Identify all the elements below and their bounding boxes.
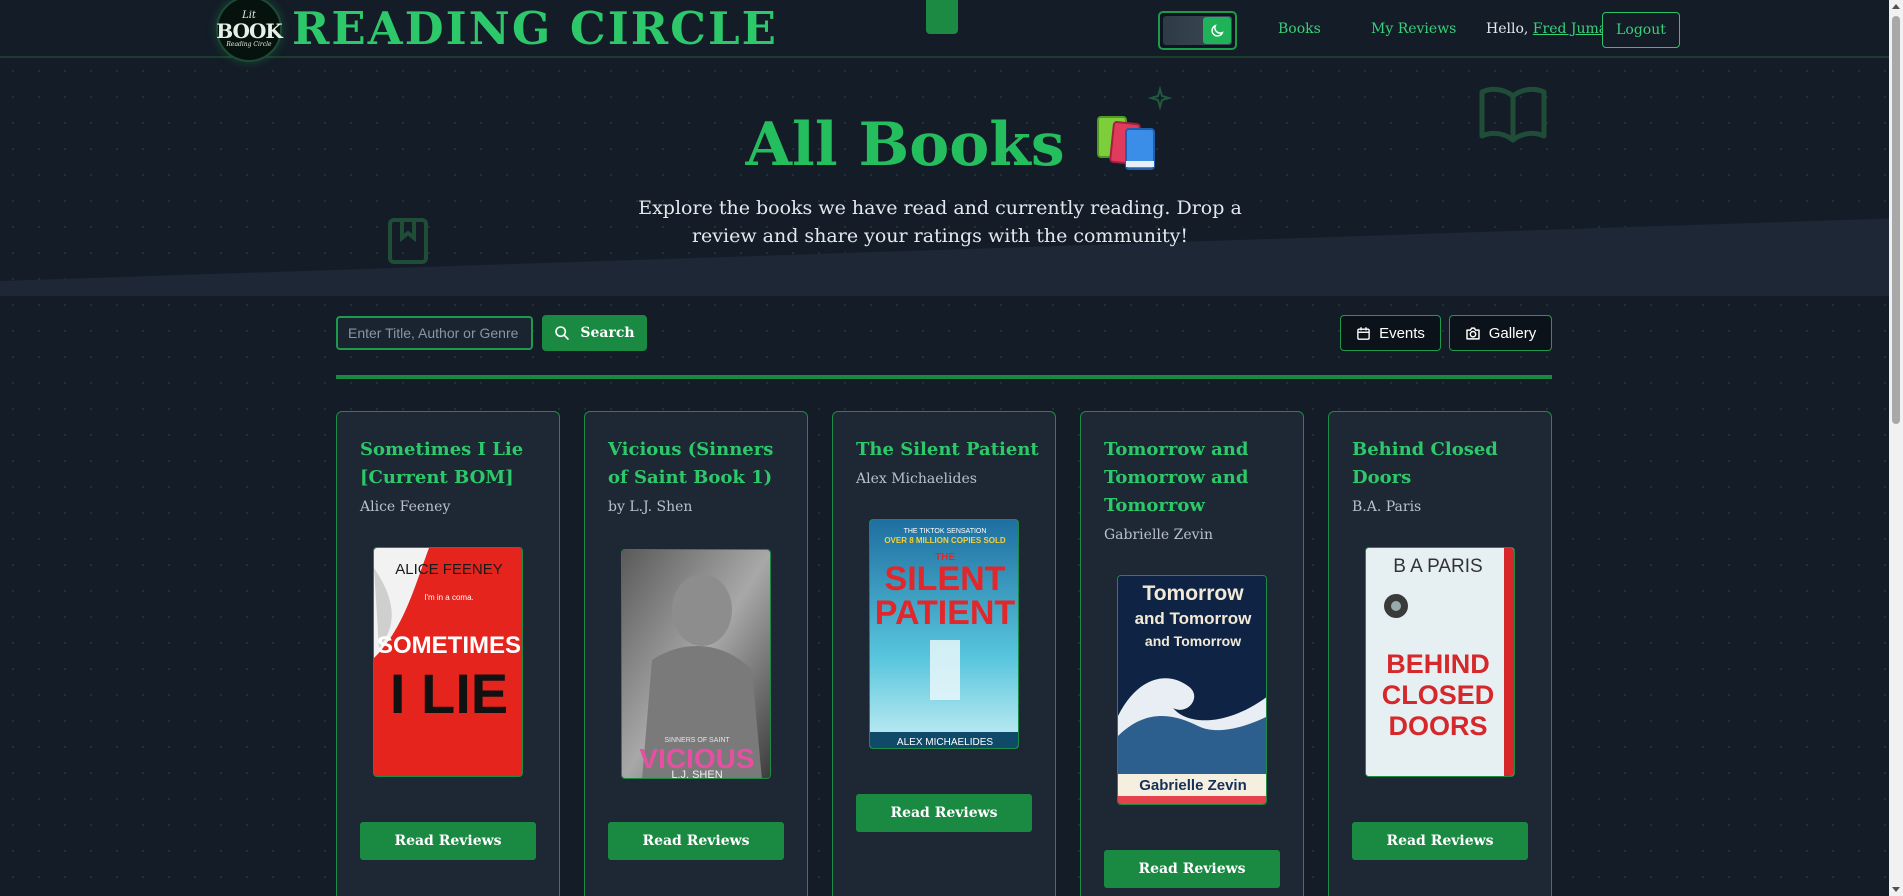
events-button[interactable]: Events [1340,315,1441,351]
book-card: The Silent Patient Alex Michaelides THE … [832,411,1056,896]
user-greeting: Hello, Fred Juma [1486,21,1607,37]
read-reviews-button[interactable]: Read Reviews [1104,850,1280,888]
search-button[interactable]: Search [542,315,647,351]
book-cover-image[interactable]: ALICE FEENEY I'm in a coma. SOMETIMES I … [373,547,523,777]
section-divider [336,375,1552,379]
bookmark-book-icon [388,218,428,264]
cover-author: L.J. SHEN [671,769,722,779]
books-emoji-icon [1096,115,1158,186]
book-title[interactable]: Sometimes I Lie [Current BOM] [360,436,545,492]
book-title[interactable]: Vicious (Sinners of Saint Book 1) [608,436,793,492]
book-cover-image[interactable]: SINNERS OF SAINT VICIOUS L.J. SHEN [621,549,771,779]
book-card: Sometimes I Lie [Current BOM] Alice Feen… [336,411,560,896]
book-title[interactable]: Tomorrow and Tomorrow and Tomorrow [1104,436,1289,520]
site-logo[interactable]: Lit BOOK Reading Circle [216,0,283,62]
nav-my-reviews[interactable]: My Reviews [1371,21,1456,37]
cover-title-line-2: PATIENT [875,594,1016,632]
book-card: Tomorrow and Tomorrow and Tomorrow Gabri… [1080,411,1304,896]
search-button-label: Search [580,325,635,341]
cover-tagline: I'm in a coma. [424,593,474,602]
greeting-text: Hello, [1486,21,1529,37]
cover-title-line-3: and Tomorrow [1145,633,1241,649]
book-title[interactable]: Behind Closed Doors [1352,436,1537,492]
book-title[interactable]: The Silent Patient [856,436,1041,464]
search-input[interactable] [336,316,533,350]
events-button-label: Events [1379,324,1425,342]
book-card: Behind Closed Doors B.A. Paris B A PARIS… [1328,411,1552,896]
cover-title-line-2: I LIE [390,662,508,725]
cover-title-line-3: DOORS [1388,711,1487,741]
read-reviews-button[interactable]: Read Reviews [1352,822,1528,860]
cover-title-line-1: SILENT [885,560,1006,598]
camera-icon [1466,326,1480,340]
cover-top-text-2: OVER 8 MILLION COPIES SOLD [884,536,1006,545]
sparkle-icon [1148,86,1172,110]
logo-line-3: Reading Circle [226,40,272,48]
gallery-button[interactable]: Gallery [1449,315,1552,351]
book-cover-image[interactable]: Tomorrow and Tomorrow and Tomorrow Gabri… [1117,575,1267,805]
book-cover-image[interactable]: THE TIKTOK SENSATION OVER 8 MILLION COPI… [869,519,1019,749]
cover-author: ALEX MICHAELIDES [897,737,993,748]
site-header: Lit BOOK Reading Circle READING CIRCLE B… [0,0,1903,62]
book-author: Gabrielle Zevin [1104,527,1214,543]
book-card: Vicious (Sinners of Saint Book 1) by L.J… [584,411,808,896]
logo-line-2: BOOK [216,18,283,43]
page-subtitle: Explore the books we have read and curre… [638,197,1242,247]
scroll-up-arrow-icon[interactable] [1892,4,1900,9]
moon-icon [1203,17,1231,44]
book-author: B.A. Paris [1352,499,1422,515]
cover-top-text: THE TIKTOK SENSATION [904,528,987,535]
book-author: by L.J. Shen [608,499,693,515]
page-scrollbar[interactable] [1889,0,1903,896]
cover-title-line-1: Tomorrow [1142,582,1244,605]
user-name-link[interactable]: Fred Juma [1533,21,1607,37]
cover-title-line-2: CLOSED [1382,680,1495,710]
scrollbar-thumb[interactable] [1892,16,1900,424]
nav-books[interactable]: Books [1278,21,1321,37]
search-icon [555,326,570,340]
page-title: All Books [0,110,1903,186]
book-author: Alex Michaelides [856,471,977,487]
logout-button[interactable]: Logout [1602,12,1680,48]
cover-title-line-1: SOMETIMES [377,632,521,659]
cover-title-line-1: BEHIND [1386,649,1490,679]
read-reviews-button[interactable]: Read Reviews [608,822,784,860]
theme-toggle-track [1163,16,1232,45]
theme-toggle[interactable] [1158,11,1237,50]
book-cover-image[interactable]: B A PARIS BEHIND CLOSED DOORS [1365,547,1515,777]
book-author: Alice Feeney [360,499,451,515]
brand-title[interactable]: READING CIRCLE [292,2,778,55]
calendar-icon [1357,326,1370,340]
gallery-button-label: Gallery [1488,324,1537,342]
cover-author: Gabrielle Zevin [1139,777,1247,794]
bookmark-tab-decoration [926,0,958,34]
read-reviews-button[interactable]: Read Reviews [360,822,536,860]
cover-top-text: B A PARIS [1393,556,1482,577]
cover-title-line-2: and Tomorrow [1135,609,1253,628]
read-reviews-button[interactable]: Read Reviews [856,794,1032,832]
page-title-text: All Books [745,110,1065,180]
scroll-down-arrow-icon[interactable] [1892,887,1900,892]
cover-top-text: ALICE FEENEY [395,561,503,578]
